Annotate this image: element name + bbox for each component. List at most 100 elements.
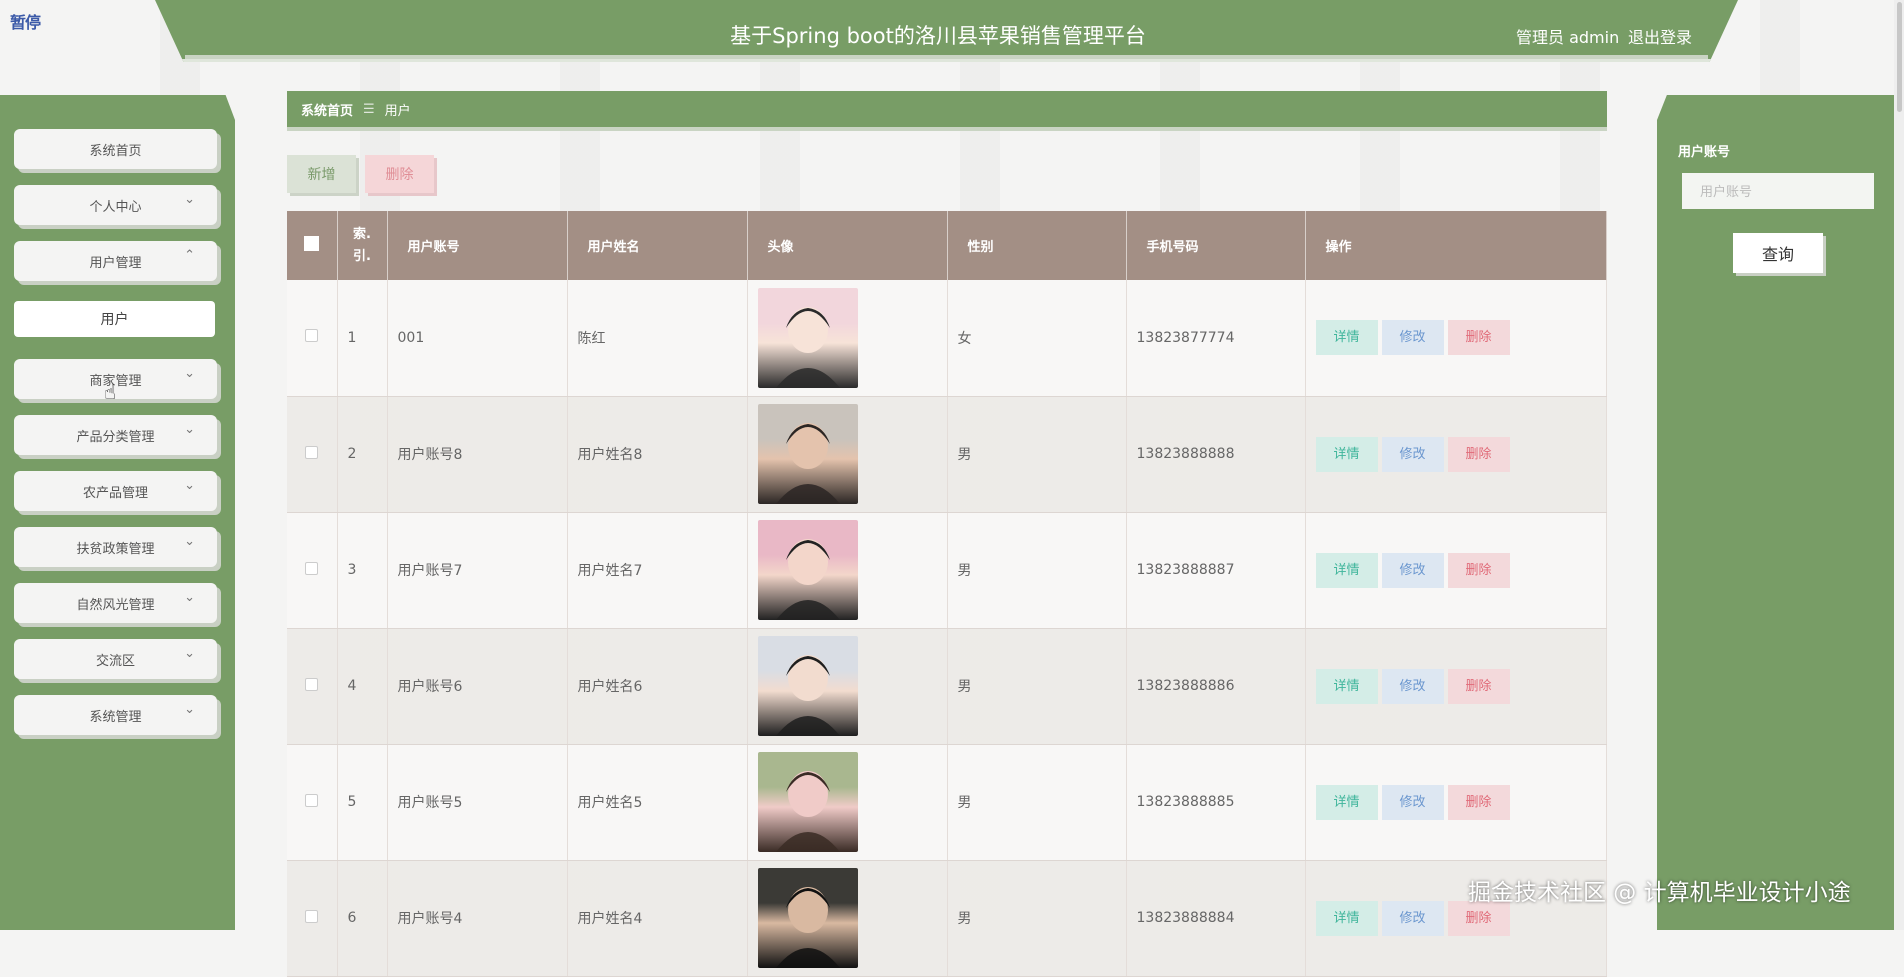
chevron-down-icon: ⌄	[184, 646, 195, 661]
column-header-gender: 性别	[947, 211, 1127, 280]
sidebar-item-label: 扶贫政策管理	[76, 541, 155, 557]
bulk-delete-button[interactable]: 删除	[365, 155, 434, 193]
account-cell: 001	[387, 280, 568, 397]
avatar-cell	[747, 744, 948, 861]
row-checkbox[interactable]	[305, 561, 319, 575]
avatar[interactable]	[757, 636, 858, 736]
sidebar-item-7[interactable]: 扶贫政策管理 ⌄	[14, 527, 217, 567]
scrollbar-track[interactable]	[1894, 0, 1904, 930]
right-search-panel	[1657, 95, 1904, 930]
detail-button[interactable]: 详情	[1315, 784, 1378, 820]
row-checkbox[interactable]	[305, 445, 319, 459]
name-cell: 用户姓名5	[567, 744, 748, 861]
name-cell: 用户姓名7	[567, 512, 748, 629]
breadcrumb-home[interactable]: 系统首页	[301, 100, 353, 119]
avatar-cell	[747, 280, 948, 397]
chevron-down-icon: ⌄	[184, 478, 195, 493]
column-header-name: 用户姓名	[567, 211, 748, 280]
detail-button[interactable]: 详情	[1315, 900, 1378, 936]
avatar[interactable]	[757, 404, 858, 504]
account-search-input[interactable]	[1682, 173, 1874, 209]
edit-button[interactable]: 修改	[1381, 668, 1444, 704]
table-row: 5 用户账号5 用户姓名5 男 13823888885 详情 修改 删除	[287, 744, 1607, 861]
edit-button[interactable]: 修改	[1381, 552, 1444, 588]
delete-button[interactable]: 删除	[1447, 552, 1510, 588]
row-checkbox-cell	[287, 512, 338, 629]
phone-cell: 13823888885	[1126, 744, 1306, 861]
page-title: 基于Spring boot的洛川县苹果销售管理平台	[730, 24, 1146, 48]
row-checkbox[interactable]	[305, 329, 319, 343]
table-row: 4 用户账号6 用户姓名6 男 13823888886 详情 修改 删除	[287, 628, 1607, 745]
gender-cell: 男	[947, 396, 1127, 513]
chevron-up-icon: ⌃	[184, 248, 195, 263]
sidebar-item-label: 系统管理	[89, 709, 142, 725]
sidebar-item-6[interactable]: 农产品管理 ⌄	[14, 471, 217, 511]
gender-cell: 女	[947, 280, 1127, 397]
delete-button[interactable]: 删除	[1447, 320, 1510, 356]
avatar[interactable]	[757, 520, 858, 620]
table-row: 3 用户账号7 用户姓名7 男 13823888887 详情 修改 删除	[287, 512, 1607, 629]
account-cell: 用户账号6	[387, 628, 568, 745]
sidebar-item-1[interactable]: 系统首页	[14, 129, 217, 169]
row-checkbox-cell	[287, 744, 338, 861]
query-button[interactable]: 查询	[1733, 233, 1823, 273]
sidebar-item-2[interactable]: 个人中心 ⌄	[14, 185, 217, 225]
avatar[interactable]	[757, 868, 858, 968]
watermark-text: 掘金技术社区 @ 计算机毕业设计小途	[1468, 880, 1851, 906]
edit-button[interactable]: 修改	[1381, 900, 1444, 936]
sidebar-item-label: 用户管理	[89, 255, 142, 271]
sidebar-item-8[interactable]: 自然风光管理 ⌄	[14, 583, 217, 623]
chevron-down-icon: ⌄	[184, 534, 195, 549]
name-cell: 用户姓名8	[567, 396, 748, 513]
row-checkbox[interactable]	[305, 909, 319, 923]
name-cell: 用户姓名6	[567, 628, 748, 745]
edit-button[interactable]: 修改	[1381, 320, 1444, 356]
delete-button[interactable]: 删除	[1447, 784, 1510, 820]
phone-cell: 13823888887	[1126, 512, 1306, 629]
phone-cell: 13823888884	[1126, 860, 1306, 977]
sidebar-item-9[interactable]: 交流区 ⌄	[14, 639, 217, 679]
add-button[interactable]: 新增	[287, 155, 356, 193]
avatar[interactable]	[757, 287, 858, 388]
edit-button[interactable]: 修改	[1381, 436, 1444, 472]
logout-link[interactable]: 退出登录	[1628, 24, 1692, 48]
sidebar-item-10[interactable]: 系统管理 ⌄	[14, 695, 217, 735]
phone-cell: 13823877774	[1126, 280, 1306, 397]
table-row: 2 用户账号8 用户姓名8 男 13823888888 详情 修改 删除	[287, 396, 1607, 513]
gender-cell: 男	[947, 860, 1127, 977]
avatar[interactable]	[757, 752, 858, 852]
account-cell: 用户账号4	[387, 860, 568, 977]
account-cell: 用户账号8	[387, 396, 568, 513]
sidebar-item-5[interactable]: 产品分类管理 ⌄	[14, 415, 217, 455]
gender-cell: 男	[947, 744, 1127, 861]
detail-button[interactable]: 详情	[1315, 320, 1378, 356]
delete-button[interactable]: 删除	[1447, 668, 1510, 704]
chevron-down-icon: ⌄	[184, 192, 195, 207]
row-checkbox[interactable]	[305, 793, 319, 807]
select-all-header	[287, 211, 338, 280]
search-label: 用户账号	[1678, 145, 1731, 160]
select-all-checkbox[interactable]	[304, 236, 320, 251]
edit-button[interactable]: 修改	[1381, 784, 1444, 820]
detail-button[interactable]: 详情	[1315, 436, 1378, 472]
actions-cell: 详情 修改 删除	[1305, 628, 1607, 745]
detail-button[interactable]: 详情	[1315, 552, 1378, 588]
sidebar-item-label: 自然风光管理	[76, 597, 155, 613]
sidebar-item-3[interactable]: 用户管理 ⌃	[14, 241, 217, 281]
avatar-cell	[747, 396, 948, 513]
chevron-down-icon: ⌄	[184, 590, 195, 605]
row-checkbox-cell	[287, 628, 338, 745]
column-header-phone: 手机号码	[1126, 211, 1306, 280]
phone-cell: 13823888888	[1126, 396, 1306, 513]
breadcrumb-current: 用户	[384, 103, 411, 119]
table-header-row: 索. 引. 用户账号 用户姓名 头像 性别 手机号码 操作	[287, 211, 1607, 280]
column-header-avatar: 头像	[747, 211, 948, 280]
row-checkbox[interactable]	[305, 677, 319, 691]
scrollbar-thumb[interactable]	[1897, 2, 1902, 112]
detail-button[interactable]: 详情	[1315, 668, 1378, 704]
index-cell: 1	[337, 280, 388, 397]
sidebar-subitem-users[interactable]: 用户	[14, 301, 215, 337]
user-table: 索. 引. 用户账号 用户姓名 头像 性别 手机号码 操作 1 001 陈红 女 …	[287, 211, 1607, 977]
delete-button[interactable]: 删除	[1447, 436, 1510, 472]
pause-badge: 暂停	[10, 13, 41, 32]
